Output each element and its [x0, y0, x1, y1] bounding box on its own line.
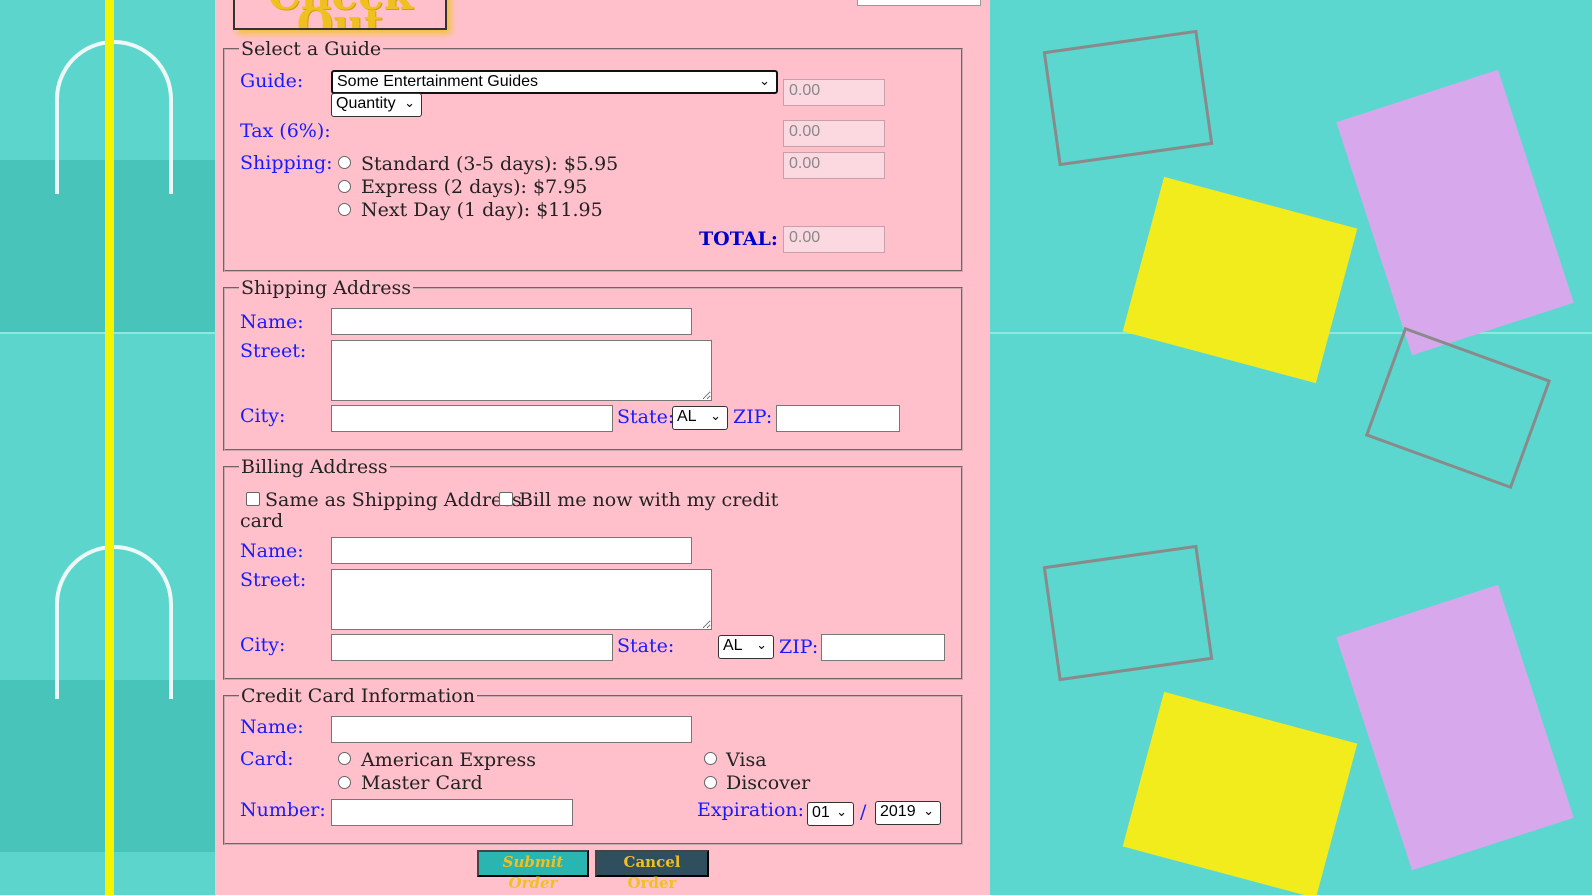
shipping-address-legend: Shipping Address — [241, 277, 412, 299]
shipping-city-label: City: — [240, 405, 286, 427]
expiration-year-value: 2019 — [880, 803, 916, 820]
shipping-standard-label: Standard (3-5 days): $5.95 — [361, 153, 619, 175]
chevron-down-icon: ⌄ — [710, 408, 721, 423]
chevron-down-icon: ⌄ — [404, 95, 415, 110]
card-number-label: Number: — [240, 799, 326, 821]
shipping-state-select[interactable]: AL ⌄ — [672, 406, 728, 430]
billing-city-input[interactable] — [331, 634, 613, 661]
card-name-input[interactable] — [331, 716, 692, 743]
shipping-state-value: AL — [677, 408, 697, 425]
billing-city-label: City: — [240, 634, 286, 656]
expiration-month-value: 01 — [812, 804, 830, 821]
bill-now-checkbox[interactable] — [499, 492, 513, 506]
chevron-down-icon: ⌄ — [836, 804, 847, 819]
shopping-cart-icon — [1364, 326, 1552, 490]
submit-order-button[interactable]: Submit Order — [477, 850, 589, 892]
yellow-stripe — [105, 0, 114, 895]
chevron-down-icon: ⌄ — [923, 803, 934, 818]
shipping-nextday-radio[interactable] — [338, 203, 351, 216]
guide-select-value: Some Entertainment Guides — [337, 73, 538, 90]
billing-name-input[interactable] — [331, 537, 692, 564]
purple-bag — [1336, 584, 1574, 871]
expiration-year-select[interactable]: 2019 ⌄ — [875, 801, 941, 825]
checkout-panel: Check Out Select a Guide Guide: Some Ent… — [215, 0, 990, 895]
card-discover-label: Discover — [726, 772, 811, 794]
same-as-shipping-label: Same as Shipping Address — [265, 489, 522, 511]
card-amex-label: American Express — [361, 749, 536, 771]
card-number-input[interactable] — [331, 799, 573, 826]
expiration-month-select[interactable]: 01 ⌄ — [807, 802, 854, 826]
card-name-label: Name: — [240, 716, 304, 738]
billing-street-textarea[interactable] — [331, 569, 712, 630]
shipping-cost-field: 0.00 — [783, 152, 885, 179]
quantity-select-value: Quantity — [336, 95, 396, 112]
guide-select[interactable]: Some Entertainment Guides ⌄ — [331, 70, 778, 94]
guide-legend: Select a Guide — [241, 38, 382, 60]
top-search-input[interactable] — [857, 0, 981, 6]
shipping-state-label: State: — [617, 406, 675, 428]
shopping-cart-icon — [1042, 29, 1214, 167]
billing-state-select[interactable]: AL ⌄ — [718, 635, 774, 659]
expiration-label: Expiration: — [697, 799, 805, 821]
chevron-down-icon: ⌄ — [759, 73, 770, 88]
yellow-bag — [1122, 691, 1358, 895]
background-image-right — [990, 0, 1592, 895]
card-discover-radio[interactable] — [704, 776, 717, 789]
card-visa-label: Visa — [726, 749, 767, 771]
shipping-city-input[interactable] — [331, 405, 613, 432]
billing-name-label: Name: — [240, 540, 304, 562]
bag-handle — [55, 545, 173, 699]
shipping-street-label: Street: — [240, 340, 307, 362]
billing-street-label: Street: — [240, 569, 307, 591]
shipping-standard-radio[interactable] — [338, 156, 351, 169]
bill-now-label-wrap: card — [240, 510, 284, 532]
card-visa-radio[interactable] — [704, 752, 717, 765]
tax-field: 0.00 — [783, 120, 885, 147]
expiration-separator: / — [860, 801, 867, 823]
subtotal-field: 0.00 — [783, 79, 885, 106]
credit-card-legend: Credit Card Information — [241, 685, 475, 707]
shipping-street-textarea[interactable] — [331, 340, 712, 401]
bill-now-label: Bill me now with my credit — [519, 489, 779, 511]
shipping-label: Shipping: — [240, 152, 333, 174]
chevron-down-icon: ⌄ — [756, 637, 767, 652]
tax-label: Tax (6%): — [240, 120, 331, 142]
quantity-select[interactable]: Quantity ⌄ — [331, 93, 422, 117]
shipping-express-radio[interactable] — [338, 180, 351, 193]
card-amex-radio[interactable] — [338, 752, 351, 765]
yellow-bag — [1122, 176, 1358, 384]
total-field: 0.00 — [783, 226, 885, 253]
card-mastercard-label: Master Card — [361, 772, 483, 794]
billing-state-value: AL — [723, 637, 743, 654]
shipping-name-label: Name: — [240, 311, 304, 333]
cancel-order-button[interactable]: Cancel Order — [595, 850, 709, 892]
shipping-zip-input[interactable] — [776, 405, 900, 432]
bag-handle — [55, 40, 173, 194]
card-mastercard-radio[interactable] — [338, 776, 351, 789]
card-type-label: Card: — [240, 748, 294, 770]
shipping-zip-label: ZIP: — [733, 406, 773, 428]
shipping-express-label: Express (2 days): $7.95 — [361, 176, 588, 198]
shipping-name-input[interactable] — [331, 308, 692, 335]
guide-label: Guide: — [240, 70, 304, 92]
page-title: Check Out — [233, 0, 447, 30]
same-as-shipping-checkbox[interactable] — [246, 492, 260, 506]
shipping-nextday-label: Next Day (1 day): $11.95 — [361, 199, 603, 221]
billing-zip-label: ZIP: — [779, 636, 819, 658]
purple-bag — [1336, 69, 1574, 356]
billing-zip-input[interactable] — [821, 634, 945, 661]
shopping-cart-icon — [1042, 544, 1214, 682]
total-label: TOTAL: — [699, 228, 778, 250]
billing-address-legend: Billing Address — [241, 456, 388, 478]
billing-state-label: State: — [617, 635, 675, 657]
